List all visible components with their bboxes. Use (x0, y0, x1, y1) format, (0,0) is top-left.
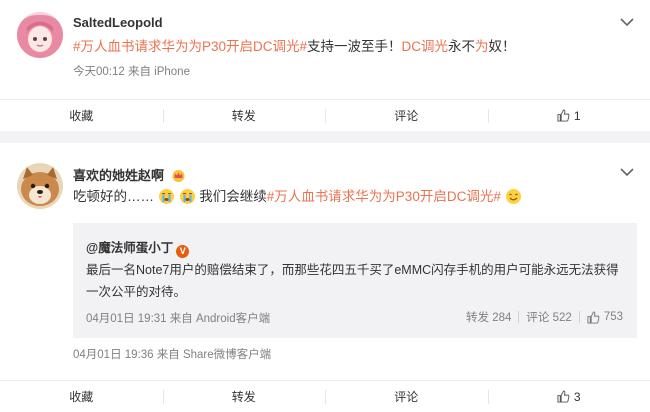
collect-label: 收藏 (69, 390, 94, 404)
repost-label: 转发 (231, 109, 256, 123)
post-meta: 04月01日 19:36 来自 Share微博客户端 (73, 349, 272, 361)
username[interactable]: SaltedLeopold (73, 15, 163, 30)
crying-emoji-icon (158, 189, 174, 204)
collect-button[interactable]: 收藏 (0, 100, 163, 131)
like-count: 3 (573, 389, 581, 404)
post-text: 吃顿好的…… (73, 189, 154, 204)
repost-button[interactable]: 转发 (162, 100, 326, 131)
crown-badge-icon (172, 170, 185, 182)
feed-card: SaltedLeopold #万人血书请求华为为P30开启DC调光#支持一波至手… (0, 0, 650, 131)
reposted-stats: 转发 284 评论 522 753 (466, 309, 623, 325)
reposted-like-count: 753 (603, 311, 623, 323)
like-button[interactable]: 3 (487, 381, 650, 412)
thumbs-up-icon (557, 109, 570, 122)
reposted-meta: 04月01日 19:31 来自 Android客户端 (86, 313, 271, 325)
avatar[interactable] (17, 12, 63, 58)
like-count: 1 (573, 108, 581, 123)
like-button[interactable]: 1 (487, 100, 650, 131)
collect-label: 收藏 (69, 109, 94, 123)
reposted-repost-count[interactable]: 转发 284 (466, 309, 511, 325)
chevron-down-icon[interactable] (620, 17, 634, 27)
action-bar: 收藏 转发 评论 3 (0, 380, 650, 412)
comment-button[interactable]: 评论 (325, 381, 488, 412)
comment-label: 评论 (394, 390, 419, 404)
post-text: 我们会继续 (199, 189, 267, 204)
comment-button[interactable]: 评论 (325, 100, 488, 131)
crying-emoji-icon (179, 189, 195, 204)
comment-label: 评论 (394, 109, 419, 123)
collect-button[interactable]: 收藏 (0, 381, 163, 412)
reposted-like-button[interactable]: 753 (587, 310, 623, 324)
topic-link[interactable]: #万人血书请求华为为P30开启DC调光# (267, 189, 501, 204)
divider (518, 311, 520, 323)
post-text: 支持一波至手！ (307, 39, 402, 54)
action-bar: 收藏 转发 评论 1 (0, 99, 650, 131)
username[interactable]: 喜欢的她姓赵啊 (73, 165, 186, 184)
verified-badge-icon: V (176, 245, 190, 258)
topic-link[interactable]: #万人血书请求华为为P30开启DC调光# (73, 39, 307, 54)
reposted-weibo[interactable]: @魔法师蛋小丁 V 最后一名Note7用户的赔偿结束了，而那些花四五千买了eMMC… (73, 223, 637, 338)
keyword-link[interactable]: 为 (475, 39, 489, 54)
repost-button[interactable]: 转发 (162, 381, 326, 412)
post-text: 奴！ (488, 39, 516, 54)
username-text: 喜欢的她姓赵啊 (73, 168, 165, 183)
post-text: 永不 (448, 39, 476, 54)
reposted-text: 最后一名Note7用户的赔偿结束了，而那些花四五千买了eMMC闪存手机的用户可能… (86, 263, 619, 299)
post-meta: 今天00:12 来自 iPhone (73, 66, 190, 78)
thumbs-up-icon (557, 390, 570, 403)
divider (578, 311, 580, 323)
post-content: 吃顿好的…… 我们会继续#万人血书请求华为为P30开启DC调光# (73, 188, 522, 206)
keyword-link[interactable]: DC调光 (402, 39, 449, 54)
avatar[interactable] (17, 163, 63, 209)
feed-card: 喜欢的她姓赵啊 吃顿好的…… 我们会继续#万人血书请求华为为P30开启DC调光# (0, 143, 650, 412)
reposted-username-text: @魔法师蛋小丁 (86, 241, 174, 255)
post-content: #万人血书请求华为为P30开启DC调光#支持一波至手！DC调光永不为奴！ (73, 38, 516, 56)
reposted-username[interactable]: @魔法师蛋小丁 V (86, 237, 190, 258)
thumbs-up-icon (587, 310, 600, 324)
reposted-comment-count[interactable]: 评论 522 (526, 309, 571, 325)
smile-emoji-icon (505, 189, 521, 204)
repost-label: 转发 (231, 390, 256, 404)
chevron-down-icon[interactable] (620, 167, 634, 177)
